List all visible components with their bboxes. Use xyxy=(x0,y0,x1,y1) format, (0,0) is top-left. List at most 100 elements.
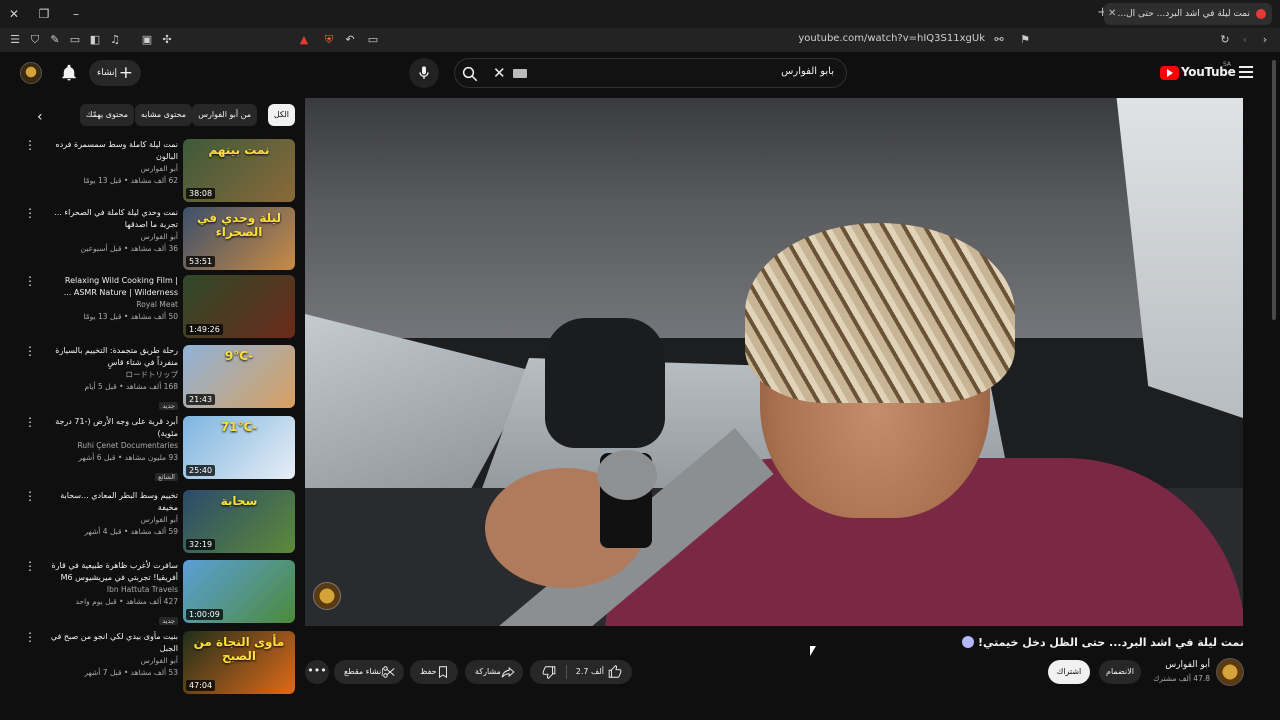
divider xyxy=(566,665,567,679)
video-thumbnail[interactable]: 1:49:26 xyxy=(183,275,295,338)
recommendation-item[interactable]: نمت بينهم 38:08 نمت ليلة كاملة وسط سمسمرة … xyxy=(24,139,295,203)
more-options-icon[interactable]: ⋮ xyxy=(24,631,36,643)
recommendation-title[interactable]: Relaxing Wild Cooking Film | ASMR Nature… xyxy=(43,275,178,299)
reload-icon[interactable]: ↻ xyxy=(1218,33,1232,47)
thumbnail-caption: -9°C xyxy=(224,349,254,363)
reader-icon[interactable]: ◧ xyxy=(88,33,102,47)
recommendation-channel[interactable]: أبو الفوارس xyxy=(43,514,178,526)
recommendation-channel[interactable]: أبو الفوارس xyxy=(43,163,178,175)
channel-avatar[interactable] xyxy=(1216,658,1244,686)
more-actions-button[interactable]: ••• xyxy=(305,660,329,684)
video-thumbnail[interactable]: سحابة 32:19 xyxy=(183,490,295,553)
undo-icon[interactable]: ↶ xyxy=(343,33,357,47)
recommendation-channel[interactable]: Ruhi Çenet Documentaries xyxy=(43,440,178,452)
more-options-icon[interactable]: ⋮ xyxy=(24,345,36,357)
minimize-window-icon[interactable]: – xyxy=(68,6,84,22)
recommendation-channel[interactable]: ロードトリップ xyxy=(43,369,179,381)
video-player[interactable] xyxy=(305,98,1243,626)
recommendation-info: Relaxing Wild Cooking Film | ASMR Nature… xyxy=(43,275,178,323)
more-options-icon[interactable]: ⋮ xyxy=(24,275,36,287)
brave-shields-icon[interactable]: ⛨ xyxy=(318,33,340,47)
recommendation-info: نمت ليلة كاملة وسط سمسمرة فرده البالون أب… xyxy=(43,139,178,187)
video-thumbnail[interactable]: ليلة وحدي في الصحراء 53:51 xyxy=(183,207,295,270)
video-thumbnail[interactable]: -71°C 25:40 xyxy=(183,416,295,479)
recommendation-title[interactable]: نمت ليلة كاملة وسط سمسمرة فرده البالون xyxy=(43,139,178,163)
subscribe-button[interactable]: اشتراك xyxy=(1048,660,1090,684)
more-options-icon[interactable]: ⋮ xyxy=(24,207,36,219)
recommendation-title[interactable]: أبرد قرية على وجه الأرض (-71 درجة مئوية) xyxy=(43,416,178,440)
music-icon[interactable]: ♫ xyxy=(108,33,122,47)
chip-all[interactable]: الكل xyxy=(267,104,295,126)
join-button[interactable]: الانضمام xyxy=(1099,660,1141,684)
more-options-icon[interactable]: ⋮ xyxy=(24,560,36,572)
recommendation-channel[interactable]: Royal Meat xyxy=(43,299,178,311)
voice-search-button[interactable] xyxy=(409,58,439,88)
more-options-icon[interactable]: ⋮ xyxy=(24,139,36,151)
search-input[interactable]: ✕ بابو الفوارس xyxy=(454,58,847,88)
like-icon[interactable] xyxy=(608,665,622,679)
chip-related[interactable]: محتوى مشابه xyxy=(134,104,192,126)
recommendation-channel[interactable]: أبو الفوارس xyxy=(43,231,178,243)
recommendation-item[interactable]: -71°C 25:40 أبرد قرية على وجه الأرض (-71 د… xyxy=(24,416,295,481)
account-avatar[interactable] xyxy=(20,62,42,84)
recommendation-meta: 93 مليون مشاهد • قبل 6 أشهر xyxy=(78,453,178,462)
forward-icon[interactable]: › xyxy=(1258,33,1272,47)
close-tab-icon[interactable]: ✕ xyxy=(1108,3,1116,25)
recommendation-channel[interactable]: Ibn Hattuta Travels xyxy=(43,584,178,596)
restore-window-icon[interactable]: ❐ xyxy=(36,6,52,22)
channel-name[interactable]: أبو الفوارس xyxy=(1165,660,1210,670)
cast-icon[interactable]: ▭ xyxy=(366,33,380,47)
thumbnail-caption: نمت بينهم xyxy=(208,143,270,157)
share-button[interactable]: مشاركة xyxy=(465,660,523,684)
chip-for-you[interactable]: محتوى يهمّك xyxy=(79,104,134,126)
search-query-text: بابو الفوارس xyxy=(781,66,834,77)
recommendation-item[interactable]: 1:49:26 Relaxing Wild Cooking Film | ASMR… xyxy=(24,275,295,339)
recommendation-item[interactable]: سحابة 32:19 تخييم وسط البطر المعادي ...سحا… xyxy=(24,490,295,554)
recommendation-item[interactable]: مأوى النجاة من الصبح 47:04 بنيت مأوى بيدي … xyxy=(24,631,295,695)
duration-badge: 21:43 xyxy=(186,394,216,405)
puzzle-icon[interactable]: ✣ xyxy=(160,33,174,47)
back-icon[interactable]: ‹ xyxy=(1238,33,1252,47)
tabs-icon[interactable]: ▭ xyxy=(68,33,82,47)
clear-search-icon[interactable]: ✕ xyxy=(493,64,506,82)
video-thumbnail[interactable]: -9°C 21:43 xyxy=(183,345,295,408)
recommendation-title[interactable]: نمت وحدي ليلة كاملة في الصحراء ... تجربة… xyxy=(43,207,178,231)
link-icon[interactable]: ⚯ xyxy=(992,33,1006,47)
save-button[interactable]: حفظ xyxy=(410,660,458,684)
guide-menu-icon[interactable] xyxy=(1239,66,1253,78)
recommendation-item[interactable]: ليلة وحدي في الصحراء 53:51 نمت وحدي ليلة ك… xyxy=(24,207,295,271)
rewards-icon[interactable]: ▲ xyxy=(297,33,311,47)
video-thumbnail[interactable]: مأوى النجاة من الصبح 47:04 xyxy=(183,631,295,694)
recommendation-item[interactable]: -9°C 21:43 رحلة طريق متجمدة: التخييم بالسي… xyxy=(24,345,295,410)
dislike-icon[interactable] xyxy=(542,665,556,679)
video-title: نمت ليلة في اشد البرد... حتى الظل دخل خي… xyxy=(644,636,1244,649)
bookmark-icon[interactable]: ⚑ xyxy=(1018,33,1032,47)
recommendation-item[interactable]: 1:00:09 سافرت لأغرب ظاهرة طبيعية في قارة … xyxy=(24,560,295,625)
address-bar[interactable]: youtube.com/watch?v=hIQ3S11xgUk xyxy=(620,33,985,44)
recommendation-title[interactable]: بنيت مأوى بيدي لكي انجو من صبح في الجبل xyxy=(43,631,178,655)
extensions-icon[interactable]: ✎ xyxy=(48,33,62,47)
channel-watermark[interactable] xyxy=(313,582,341,610)
recommendation-channel[interactable]: أبو الفوارس xyxy=(43,655,178,667)
keyboard-icon[interactable] xyxy=(513,69,527,78)
recommendation-title[interactable]: رحلة طريق متجمدة: التخييم بالسيارة منفرد… xyxy=(43,345,178,369)
browser-tab-active[interactable]: نمت ليلة في اشد البرد... حتى ال... ✕ xyxy=(1104,3,1272,25)
video-thumbnail[interactable]: 1:00:09 xyxy=(183,560,295,623)
close-window-icon[interactable]: ✕ xyxy=(6,6,22,22)
recommendation-title[interactable]: سافرت لأغرب ظاهرة طبيعية في قارة أفريقيا… xyxy=(43,560,178,584)
duration-badge: 53:51 xyxy=(186,256,216,267)
search-icon[interactable] xyxy=(461,65,479,83)
recommendation-title[interactable]: تخييم وسط البطر المعادي ...سحابة مخيفة xyxy=(43,490,178,514)
notifications-bell-icon[interactable] xyxy=(60,64,78,82)
video-thumbnail[interactable]: نمت بينهم 38:08 xyxy=(183,139,295,202)
sidebar-menu-icon[interactable]: ☰ xyxy=(8,33,22,47)
clip-button[interactable]: إنشاء مقطع xyxy=(334,660,404,684)
chip-from-channel[interactable]: من أبو الفوارس xyxy=(192,104,257,126)
youtube-logo[interactable]: YouTube SA xyxy=(1160,61,1236,83)
more-options-icon[interactable]: ⋮ xyxy=(24,416,36,428)
wallet-icon[interactable]: ▣ xyxy=(140,33,154,47)
more-options-icon[interactable]: ⋮ xyxy=(24,490,36,502)
shield-icon[interactable]: ⛉ xyxy=(28,33,42,47)
page-scrollbar[interactable] xyxy=(1272,60,1276,320)
create-button[interactable]: إنشاء + xyxy=(89,60,141,86)
